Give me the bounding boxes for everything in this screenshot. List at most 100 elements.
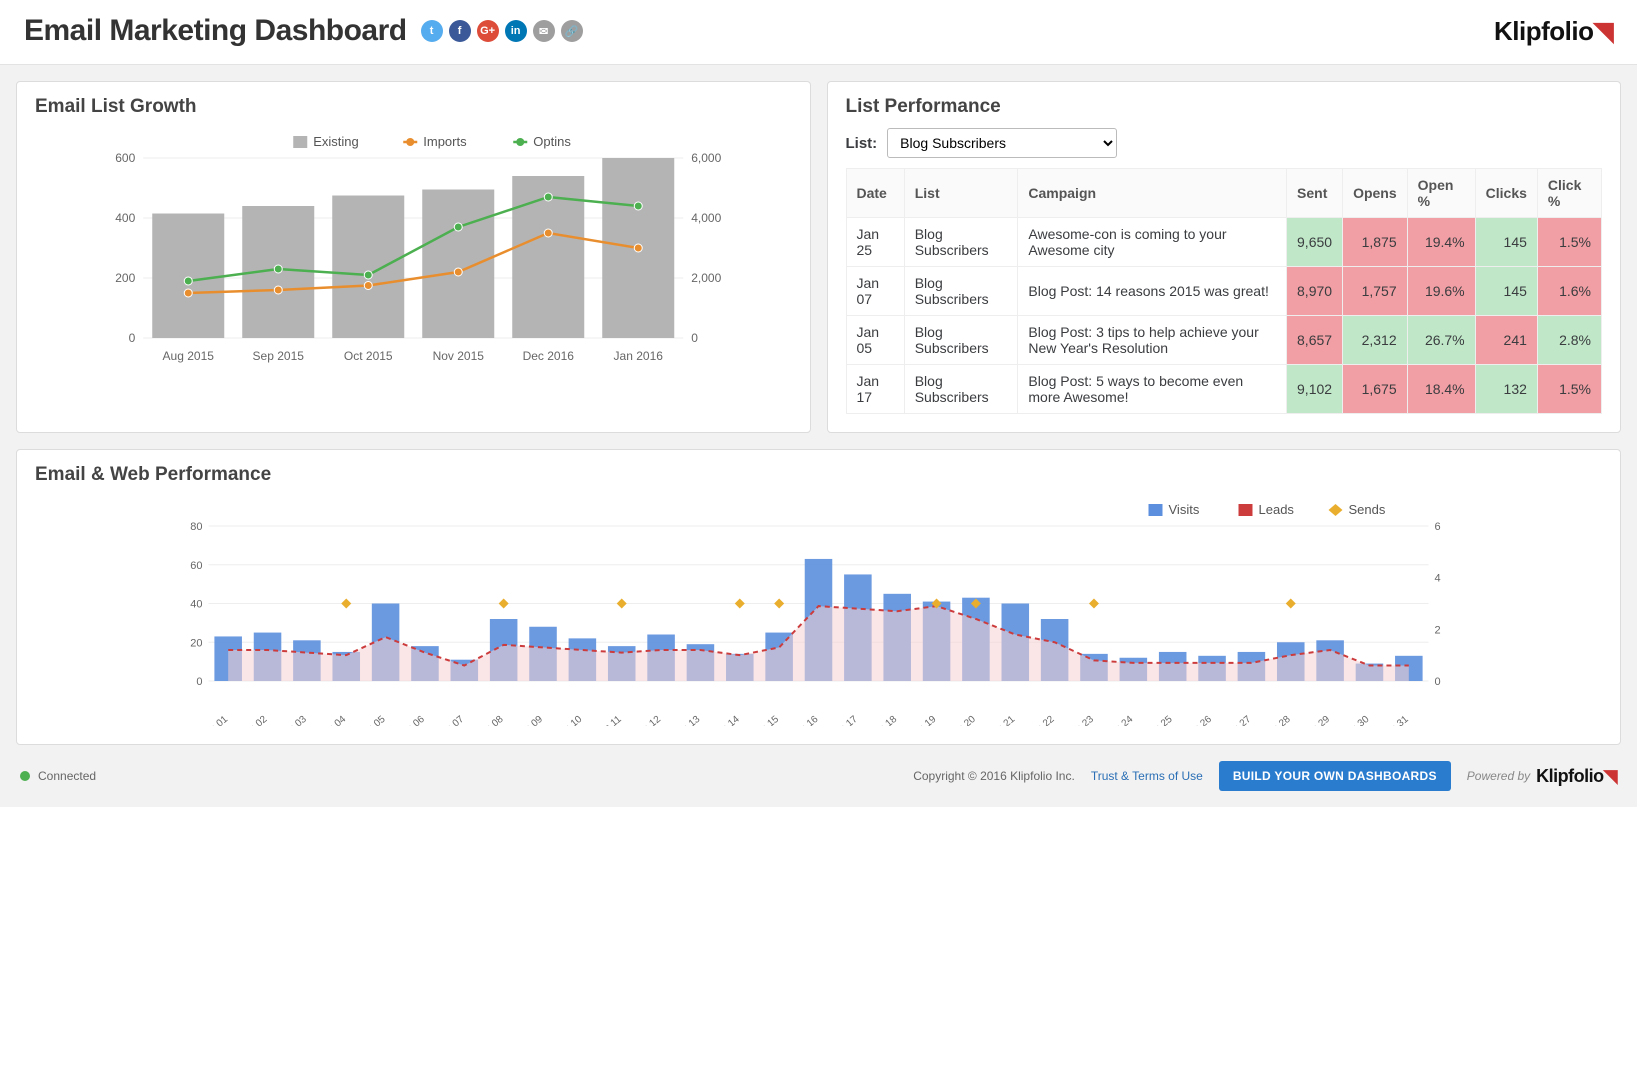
svg-text:Jan 18: Jan 18 xyxy=(869,714,899,726)
cell-open_pct: 18.4% xyxy=(1407,365,1475,414)
svg-text:Jan 06: Jan 06 xyxy=(397,714,427,726)
svg-text:Jan 04: Jan 04 xyxy=(318,714,348,726)
svg-text:4: 4 xyxy=(1435,573,1441,585)
svg-text:Imports: Imports xyxy=(423,134,467,149)
cell-list: Blog Subscribers xyxy=(904,365,1018,414)
table-header: Date xyxy=(846,169,904,218)
svg-text:Jan 11: Jan 11 xyxy=(594,714,624,726)
svg-text:Jan 17: Jan 17 xyxy=(830,714,860,726)
cell-click_pct: 1.5% xyxy=(1537,218,1601,267)
cell-sent: 9,650 xyxy=(1287,218,1343,267)
table-header: Campaign xyxy=(1018,169,1287,218)
cell-list: Blog Subscribers xyxy=(904,267,1018,316)
svg-text:Jan 01: Jan 01 xyxy=(200,714,230,726)
svg-text:20: 20 xyxy=(190,637,202,649)
svg-text:80: 80 xyxy=(190,521,202,533)
table-row: Jan 17Blog SubscribersBlog Post: 5 ways … xyxy=(846,365,1602,414)
share-icons: tf G+ in ✉ 🔗 xyxy=(421,20,583,42)
cell-open_pct: 26.7% xyxy=(1407,316,1475,365)
cell-open_pct: 19.4% xyxy=(1407,218,1475,267)
svg-text:Jan 27: Jan 27 xyxy=(1223,714,1253,726)
svg-text:Aug 2015: Aug 2015 xyxy=(163,349,215,363)
cell-clicks: 145 xyxy=(1475,267,1537,316)
build-dashboards-button[interactable]: BUILD YOUR OWN DASHBOARDS xyxy=(1219,761,1451,791)
cell-list: Blog Subscribers xyxy=(904,316,1018,365)
svg-text:Sends: Sends xyxy=(1349,502,1386,517)
svg-text:4,000: 4,000 xyxy=(691,211,721,225)
googleplus-icon[interactable]: G+ xyxy=(477,20,499,42)
webperf-chart: 0204060800246Jan 01Jan 02Jan 03Jan 04Jan… xyxy=(35,496,1602,726)
cell-date: Jan 05 xyxy=(846,316,904,365)
facebook-icon[interactable]: f xyxy=(449,20,471,42)
linkedin-icon[interactable]: in xyxy=(505,20,527,42)
brand-logo: Klipfolio◥ xyxy=(1494,16,1613,47)
cell-date: Jan 25 xyxy=(846,218,904,267)
list-label: List: xyxy=(846,135,878,152)
svg-text:200: 200 xyxy=(115,271,135,285)
svg-text:2,000: 2,000 xyxy=(691,271,721,285)
card-email-list-growth: Email List Growth 020040060002,0004,0006… xyxy=(16,81,811,433)
email-icon[interactable]: ✉ xyxy=(533,20,555,42)
card-list-performance: List Performance List: Blog Subscribers … xyxy=(827,81,1622,433)
svg-text:Jan 21: Jan 21 xyxy=(987,714,1017,726)
svg-text:Jan 08: Jan 08 xyxy=(476,714,506,726)
svg-text:Jan 16: Jan 16 xyxy=(790,714,820,726)
page-title: Email Marketing Dashboard xyxy=(24,14,407,48)
cell-click_pct: 1.6% xyxy=(1537,267,1601,316)
svg-text:Optins: Optins xyxy=(533,134,571,149)
footer: Connected Copyright © 2016 Klipfolio Inc… xyxy=(0,751,1637,807)
cell-clicks: 241 xyxy=(1475,316,1537,365)
svg-text:Jan 09: Jan 09 xyxy=(515,714,545,726)
card-title: List Performance xyxy=(846,96,1603,118)
cell-sent: 8,970 xyxy=(1287,267,1343,316)
card-email-web-performance: Email & Web Performance 0204060800246Jan… xyxy=(16,449,1621,745)
table-header: Opens xyxy=(1343,169,1408,218)
cell-date: Jan 07 xyxy=(846,267,904,316)
svg-text:600: 600 xyxy=(115,151,135,165)
list-select[interactable]: Blog Subscribers xyxy=(887,128,1117,158)
cell-click_pct: 1.5% xyxy=(1537,365,1601,414)
cell-list: Blog Subscribers xyxy=(904,218,1018,267)
card-title: Email List Growth xyxy=(35,96,792,118)
cell-opens: 2,312 xyxy=(1343,316,1408,365)
svg-text:Jan 13: Jan 13 xyxy=(672,714,702,726)
svg-text:Visits: Visits xyxy=(1169,502,1200,517)
svg-text:Dec 2016: Dec 2016 xyxy=(523,349,575,363)
svg-text:60: 60 xyxy=(190,560,202,572)
cell-date: Jan 17 xyxy=(846,365,904,414)
svg-text:Jan 30: Jan 30 xyxy=(1341,714,1371,726)
link-icon[interactable]: 🔗 xyxy=(561,20,583,42)
copyright-text: Copyright © 2016 Klipfolio Inc. xyxy=(913,769,1075,783)
table-header: Click % xyxy=(1537,169,1601,218)
svg-text:0: 0 xyxy=(129,331,136,345)
svg-text:Jan 12: Jan 12 xyxy=(633,714,663,726)
table-header: List xyxy=(904,169,1018,218)
svg-text:Jan 14: Jan 14 xyxy=(712,714,742,726)
canvas: Email List Growth 020040060002,0004,0006… xyxy=(0,65,1637,751)
svg-text:Jan 29: Jan 29 xyxy=(1302,714,1332,726)
svg-text:Nov 2015: Nov 2015 xyxy=(433,349,485,363)
svg-text:Leads: Leads xyxy=(1259,502,1295,517)
terms-link[interactable]: Trust & Terms of Use xyxy=(1091,769,1203,783)
cell-clicks: 145 xyxy=(1475,218,1537,267)
svg-text:0: 0 xyxy=(196,676,202,688)
cell-sent: 9,102 xyxy=(1287,365,1343,414)
svg-text:Oct 2015: Oct 2015 xyxy=(344,349,393,363)
cell-opens: 1,875 xyxy=(1343,218,1408,267)
cell-campaign: Awesome-con is coming to your Awesome ci… xyxy=(1018,218,1287,267)
card-title: Email & Web Performance xyxy=(35,464,1602,486)
status-dot-icon xyxy=(20,771,30,781)
table-row: Jan 07Blog SubscribersBlog Post: 14 reas… xyxy=(846,267,1602,316)
svg-text:6,000: 6,000 xyxy=(691,151,721,165)
svg-text:Jan 31: Jan 31 xyxy=(1381,714,1411,726)
table-row: Jan 25Blog SubscribersAwesome-con is com… xyxy=(846,218,1602,267)
svg-text:40: 40 xyxy=(190,599,202,611)
svg-text:6: 6 xyxy=(1435,521,1441,533)
svg-text:Jan 15: Jan 15 xyxy=(751,714,781,726)
growth-chart: 020040060002,0004,0006,000Aug 2015Sep 20… xyxy=(35,128,792,368)
svg-text:Jan 03: Jan 03 xyxy=(279,714,309,726)
twitter-icon[interactable]: t xyxy=(421,20,443,42)
cell-campaign: Blog Post: 14 reasons 2015 was great! xyxy=(1018,267,1287,316)
cell-campaign: Blog Post: 5 ways to become even more Aw… xyxy=(1018,365,1287,414)
svg-text:Jan 24: Jan 24 xyxy=(1105,714,1135,726)
